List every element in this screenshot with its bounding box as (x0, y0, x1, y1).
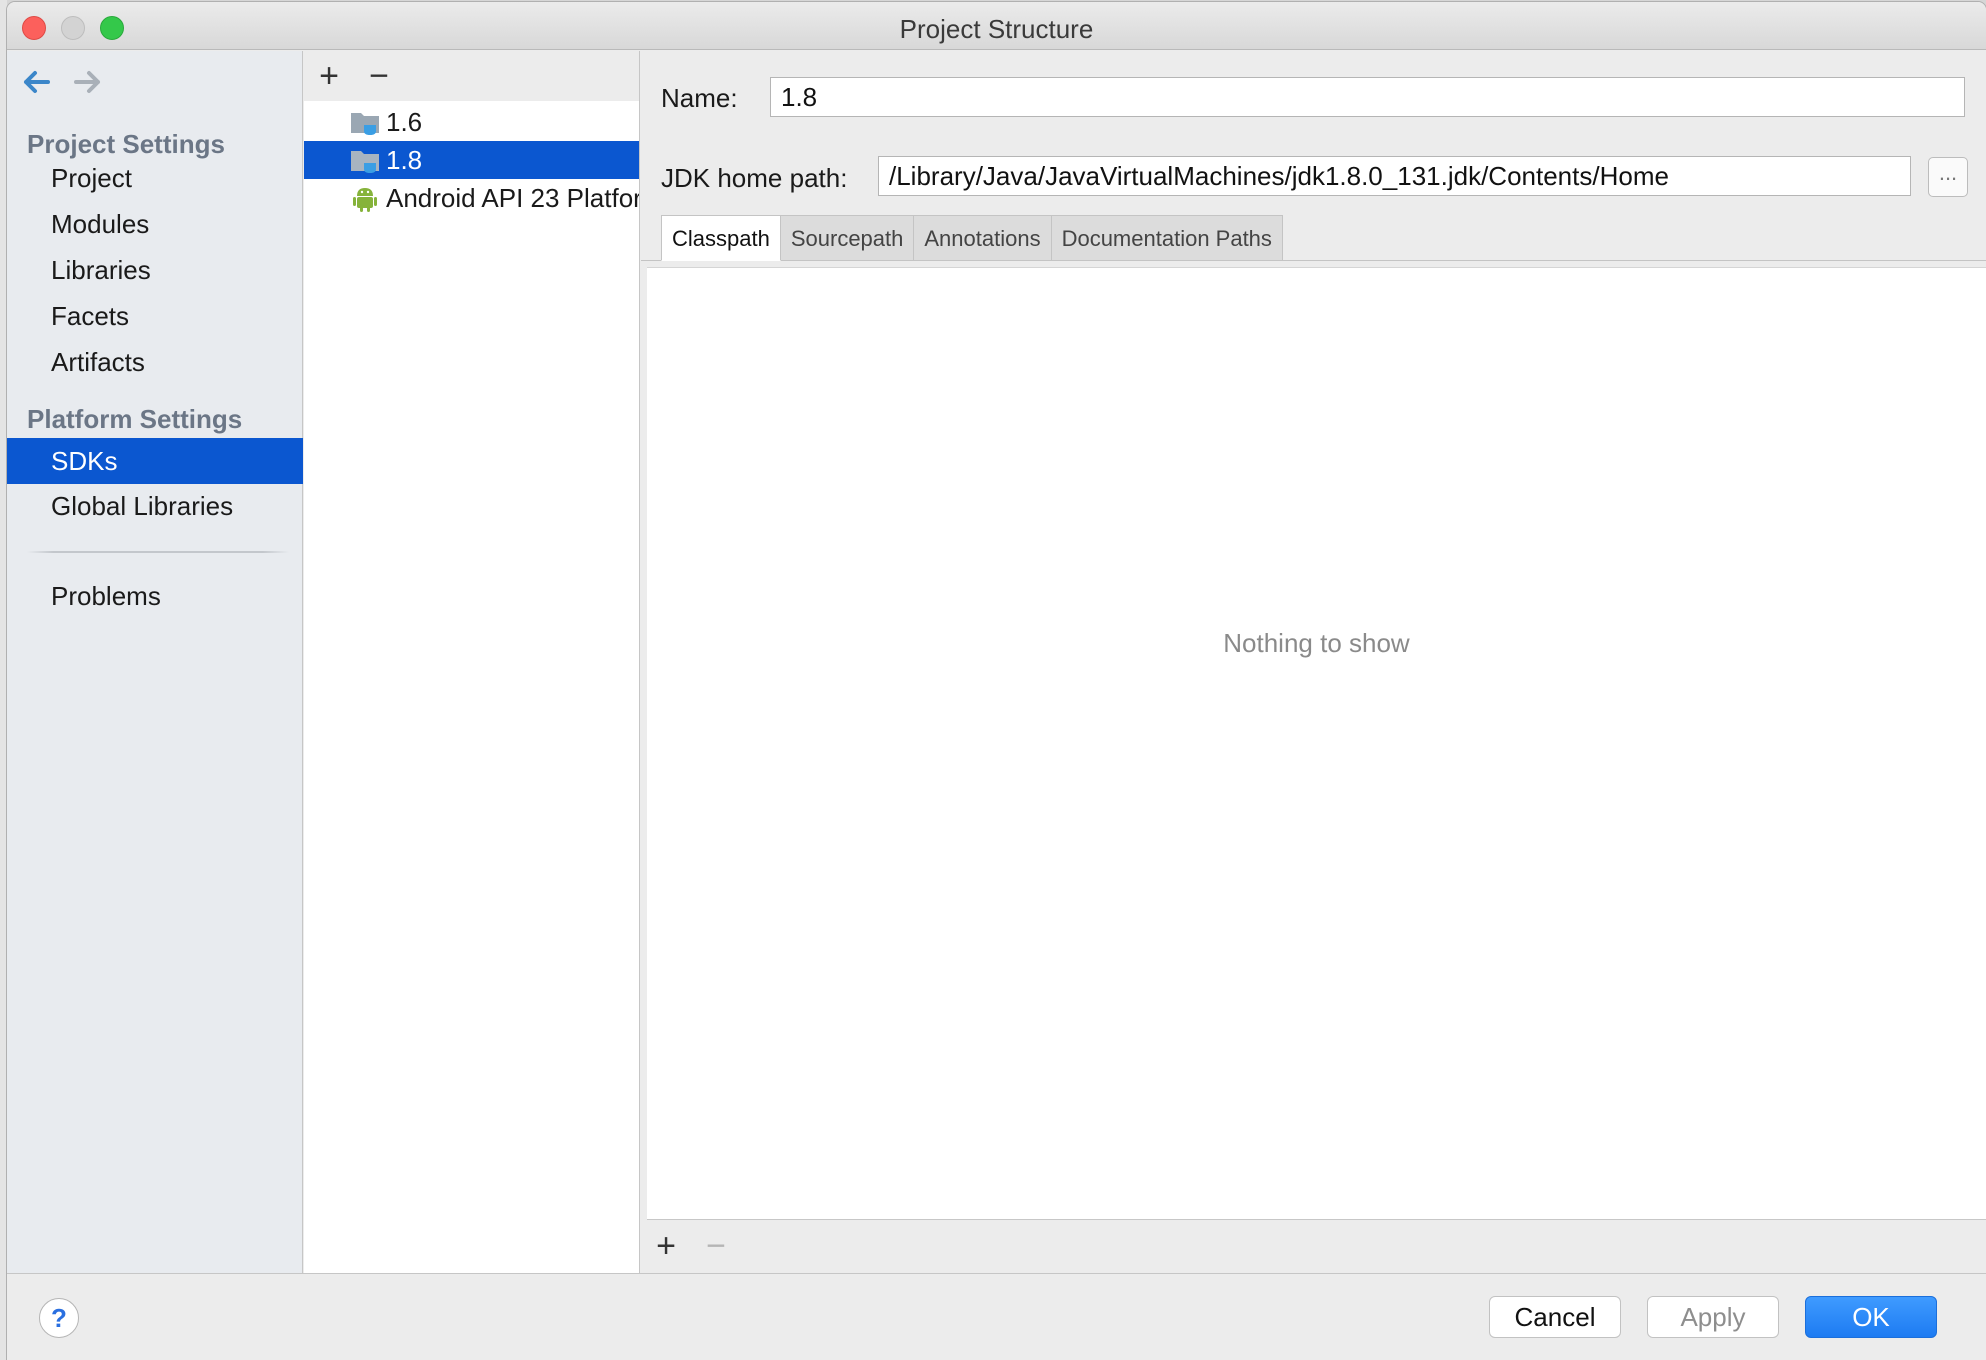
remove-path-button[interactable]: − (699, 1229, 733, 1263)
sdk-list-item-label: 1.8 (386, 145, 423, 175)
background-strip-left (0, 0, 7, 1360)
classpath-toolbar: + − (641, 1221, 1986, 1273)
sdk-list-item-label: Android API 23 Platform (386, 183, 640, 213)
sdk-list-item-android-api-23[interactable]: Android API 23 Platform (304, 179, 640, 217)
sdk-detail-panel: Name: 1.8 JDK home path: /Library/Java/J… (641, 51, 1986, 1273)
android-icon (353, 188, 377, 212)
name-label: Name: (661, 83, 738, 113)
sdk-list-panel: + − 1.6 1.8 Android API 23 Platform (304, 51, 640, 1273)
title-bar: Project Structure (7, 2, 1986, 50)
add-path-button[interactable]: + (649, 1229, 683, 1263)
sdk-list-item-1-6[interactable]: 1.6 (304, 103, 639, 141)
tab-classpath[interactable]: Classpath (661, 215, 781, 261)
nav-item-libraries[interactable]: Libraries (7, 248, 303, 292)
arrow-right-icon (74, 71, 100, 93)
forward-button[interactable] (70, 65, 104, 99)
help-button[interactable]: ? (39, 1298, 79, 1338)
remove-sdk-button[interactable]: − (362, 59, 396, 93)
apply-button[interactable]: Apply (1647, 1296, 1779, 1338)
jdk-home-path-field[interactable]: /Library/Java/JavaVirtualMachines/jdk1.8… (878, 156, 1911, 196)
classpath-list[interactable]: Nothing to show (647, 267, 1986, 1220)
sdk-list-item-1-8[interactable]: 1.8 (304, 141, 639, 179)
sdk-list-toolbar: + − (304, 51, 639, 101)
sdk-list-item-label: 1.6 (386, 107, 423, 137)
name-field[interactable]: 1.8 (770, 77, 1965, 117)
nav-divider (27, 551, 289, 553)
nav-item-global-libraries[interactable]: Global Libraries (7, 484, 303, 528)
add-sdk-button[interactable]: + (312, 59, 346, 93)
nav-item-sdks[interactable]: SDKs (7, 438, 303, 484)
tab-sourcepath[interactable]: Sourcepath (780, 215, 915, 261)
dialog-footer: ? Cancel Apply OK (7, 1273, 1986, 1360)
nav-item-artifacts[interactable]: Artifacts (7, 340, 303, 384)
nav-item-facets[interactable]: Facets (7, 294, 303, 338)
jdk-folder-icon (351, 151, 379, 173)
empty-list-text: Nothing to show (1223, 628, 1410, 658)
jdk-folder-icon (351, 113, 379, 135)
browse-button[interactable]: ... (1928, 157, 1968, 197)
back-button[interactable] (20, 65, 54, 99)
nav-item-problems[interactable]: Problems (7, 574, 303, 618)
project-structure-dialog: Project Structure Project Settings Proje… (7, 2, 1986, 1360)
window-title: Project Structure (899, 14, 1094, 44)
nav-item-project[interactable]: Project (7, 156, 303, 200)
settings-nav: Project Settings Project Modules Librari… (7, 51, 303, 1273)
arrow-left-icon (24, 71, 50, 93)
ok-button[interactable]: OK (1805, 1296, 1937, 1338)
jdk-home-path-label: JDK home path: (661, 163, 848, 193)
nav-item-modules[interactable]: Modules (7, 202, 303, 246)
tab-documentation-paths[interactable]: Documentation Paths (1051, 215, 1283, 261)
platform-settings-heading: Platform Settings (27, 404, 243, 434)
tab-annotations[interactable]: Annotations (914, 215, 1052, 261)
sdk-tabs: Classpath Sourcepath Annotations Documen… (661, 215, 1283, 261)
cancel-button[interactable]: Cancel (1489, 1296, 1621, 1338)
